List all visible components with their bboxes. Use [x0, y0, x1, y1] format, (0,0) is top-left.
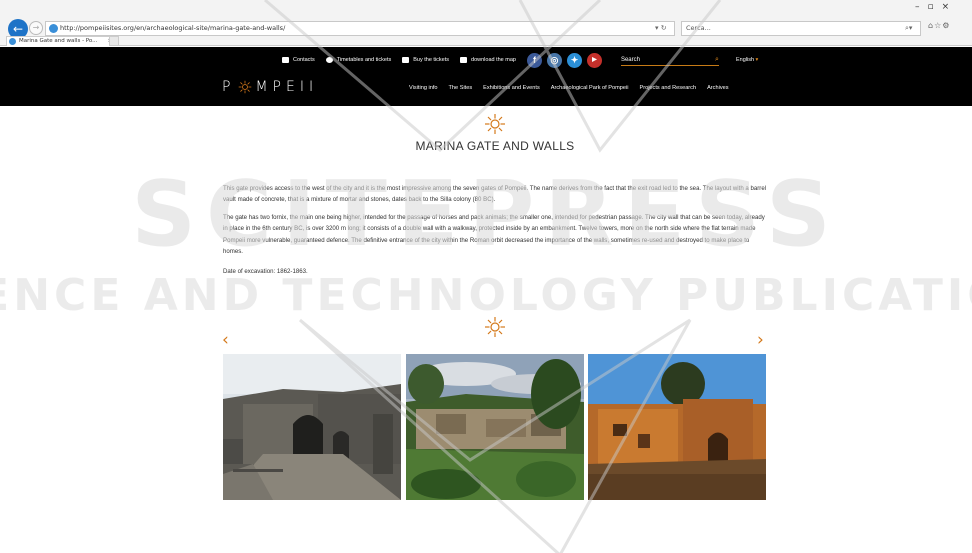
gallery-next-arrow[interactable]: › [757, 330, 764, 350]
ticket-icon [402, 57, 410, 63]
site-search-input[interactable]: Search ⌕ [620, 55, 719, 66]
nav-exhibitions-events[interactable]: Exhibitions and Events [483, 85, 540, 91]
language-label: English [735, 57, 755, 63]
gallery-photo-walls-sunset[interactable] [588, 354, 766, 500]
browser-chrome: ← → http://pompeiisites.org/en/archaeolo… [0, 0, 972, 46]
search-icon[interactable]: ⌕ [715, 55, 719, 65]
site-search-placeholder: Search [620, 56, 640, 63]
page-title: MARINA GATE AND WALLS [415, 139, 575, 153]
instagram-icon[interactable]: ◎ [546, 52, 562, 68]
language-selector[interactable]: English ▾ [736, 57, 758, 63]
logo-text-right: MPEII [255, 79, 319, 95]
toolbar-icons[interactable]: ⌂☆⚙ [928, 21, 950, 30]
nav-visiting-info[interactable]: Visiting info [409, 85, 438, 91]
address-url: http://pompeiisites.org/en/archaeologica… [60, 24, 286, 32]
pompeii-logo[interactable]: P MPEII [222, 79, 318, 95]
logo-text-left: P [222, 79, 236, 95]
browser-search-input[interactable]: Cerca... [681, 21, 921, 36]
contacts-label: Contacts [293, 57, 315, 63]
sun-ornament-icon [485, 317, 505, 337]
gallery-prev-arrow[interactable]: ‹ [222, 330, 229, 350]
main-navigation: Visiting info The Sites Exhibitions and … [409, 85, 740, 91]
address-bar[interactable]: http://pompeiisites.org/en/archaeologica… [45, 21, 675, 36]
window-controls[interactable]: –▫× [915, 2, 957, 12]
nav-archives[interactable]: Archives [707, 85, 728, 91]
gallery-photo-marina-gate[interactable] [223, 354, 401, 500]
paragraph-excavation-date: Date of excavation: 1862-1863. [223, 268, 308, 275]
watermark-line-2: SCIENCE AND TECHNOLOGY PUBLICATIONS [0, 270, 972, 321]
mail-icon [282, 57, 289, 63]
clock-icon [325, 57, 333, 63]
nav-projects-research[interactable]: Projects and Research [639, 85, 696, 91]
site-favicon-icon [49, 24, 58, 33]
buy-tickets-label: Buy the tickets [413, 57, 450, 63]
facebook-icon[interactable]: f [526, 52, 542, 68]
forward-button[interactable]: → [29, 21, 43, 35]
sun-ornament-icon [485, 114, 505, 134]
new-tab-button[interactable] [109, 36, 119, 46]
twitter-icon[interactable]: ✦ [566, 52, 582, 68]
refresh-icon[interactable]: ▾ ↻ [655, 21, 667, 36]
social-links: f ◎ ✦ ▶ [526, 52, 607, 68]
buy-tickets-link[interactable]: Buy the tickets [402, 57, 449, 63]
timetables-link[interactable]: Timetables and tickets [325, 57, 392, 63]
youtube-icon[interactable]: ▶ [586, 52, 602, 68]
download-map-label: download the map [471, 57, 516, 63]
nav-archaeological-park[interactable]: Archaeological Park of Pompeii [551, 85, 629, 91]
site-header: Contacts Timetables and tickets Buy the … [0, 47, 972, 106]
paragraph-intro: This gate provides access to the west of… [223, 185, 767, 204]
top-utility-bar: Contacts Timetables and tickets Buy the … [282, 52, 758, 68]
map-icon [460, 57, 468, 63]
paragraph-details: The gate has two fornix, the main one be… [223, 214, 765, 255]
chevron-down-icon: ▾ [755, 57, 759, 63]
tab-title: Marina Gate and walls - Po... [19, 38, 98, 44]
download-map-link[interactable]: download the map [460, 57, 516, 63]
sun-logo-icon [239, 80, 252, 94]
browser-tab[interactable]: Marina Gate and walls - Po... × [6, 36, 116, 46]
tab-favicon-icon [9, 38, 16, 45]
contacts-link[interactable]: Contacts [282, 57, 315, 63]
gallery-photo-ruins-garden[interactable] [406, 354, 584, 500]
search-icon[interactable]: ⌕▾ [905, 21, 912, 36]
nav-the-sites[interactable]: The Sites [449, 85, 473, 91]
timetables-label: Timetables and tickets [336, 57, 392, 63]
